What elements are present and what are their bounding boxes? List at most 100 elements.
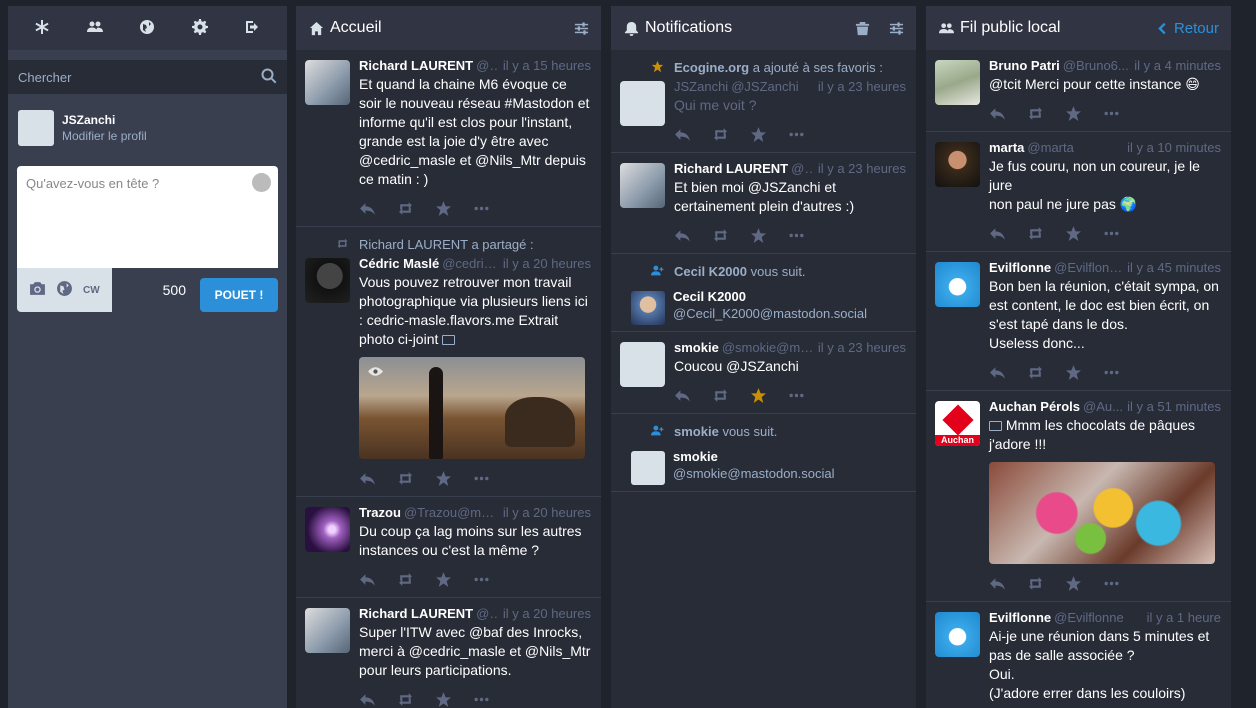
status-time[interactable]: il y a 15 heures xyxy=(503,58,591,74)
globe-icon[interactable] xyxy=(139,19,155,38)
avatar[interactable] xyxy=(620,342,665,387)
status-time[interactable]: il y a 4 minutes xyxy=(1134,58,1221,74)
avatar[interactable] xyxy=(935,142,980,187)
status-author[interactable]: Bruno Patri xyxy=(989,58,1060,74)
ellipsis-icon[interactable] xyxy=(1103,105,1141,122)
avatar[interactable] xyxy=(631,451,665,485)
reply-icon[interactable] xyxy=(359,571,397,588)
status[interactable]: Richard LAURENT@R... il y a 20 heures Sup… xyxy=(296,598,601,708)
back-button[interactable]: Retour xyxy=(1155,20,1219,37)
status-time[interactable]: il y a 23 heures xyxy=(818,79,906,95)
ellipsis-icon[interactable] xyxy=(788,227,826,244)
star-icon[interactable] xyxy=(1065,575,1103,592)
reply-icon[interactable] xyxy=(989,225,1027,242)
notification-user[interactable]: smokie xyxy=(674,424,719,439)
cw-toggle[interactable]: CW xyxy=(83,285,100,296)
status-time[interactable]: il y a 20 heures xyxy=(503,505,591,521)
retweet-icon[interactable] xyxy=(1027,364,1065,381)
reply-icon[interactable] xyxy=(359,470,397,487)
status[interactable]: Richard LAURENT@R... il y a 23 heures Et … xyxy=(611,153,916,254)
star-icon[interactable] xyxy=(1065,105,1103,122)
sliders-icon[interactable] xyxy=(573,20,589,36)
status-author[interactable]: Evilflonne xyxy=(989,260,1051,276)
edit-profile-link[interactable]: Modifier le profil xyxy=(62,129,147,143)
star-icon[interactable] xyxy=(750,126,788,143)
status-author[interactable]: Trazou xyxy=(359,505,401,521)
ellipsis-icon[interactable] xyxy=(473,470,511,487)
ellipsis-icon[interactable] xyxy=(788,126,826,143)
gear-icon[interactable] xyxy=(192,18,209,38)
ellipsis-icon[interactable] xyxy=(788,387,826,404)
ellipsis-icon[interactable] xyxy=(473,691,511,708)
reply-icon[interactable] xyxy=(989,105,1027,122)
reply-icon[interactable] xyxy=(674,387,712,404)
search-icon[interactable] xyxy=(261,68,277,87)
toot-button[interactable]: POUET ! xyxy=(200,278,278,312)
avatar[interactable] xyxy=(305,608,350,653)
star-icon[interactable] xyxy=(1065,225,1103,242)
avatar[interactable] xyxy=(305,258,350,303)
star-icon[interactable] xyxy=(750,387,788,404)
star-icon[interactable] xyxy=(750,227,788,244)
status[interactable]: Evilflonne @Evilflonne il y a 45 minutes B… xyxy=(926,252,1231,391)
status[interactable]: Bruno Patri @Bruno6... il y a 4 minutes @t… xyxy=(926,50,1231,132)
sign-out-icon[interactable] xyxy=(245,19,261,38)
status-author[interactable]: Cédric Maslé xyxy=(359,256,439,272)
star-icon[interactable] xyxy=(435,571,473,588)
status-time[interactable]: il y a 10 minutes xyxy=(1127,140,1221,156)
eye-icon[interactable] xyxy=(367,363,384,383)
star-icon[interactable] xyxy=(435,691,473,708)
follower-account[interactable]: smokie @smokie@mastodon.social xyxy=(611,439,916,491)
sliders-icon[interactable] xyxy=(888,20,904,36)
avatar[interactable] xyxy=(305,60,350,105)
retweet-icon[interactable] xyxy=(1027,575,1065,592)
retweet-icon[interactable] xyxy=(397,571,435,588)
retweet-icon[interactable] xyxy=(712,227,750,244)
notification-user[interactable]: Cecil K2000 xyxy=(674,264,747,279)
avatar[interactable] xyxy=(631,291,665,325)
status-time[interactable]: il y a 20 heures xyxy=(503,256,591,272)
avatar[interactable] xyxy=(620,81,665,126)
follower-account[interactable]: Cecil K2000 @Cecil_K2000@mastodon.social xyxy=(611,279,916,331)
search-input[interactable]: Chercher xyxy=(8,60,287,94)
compose-textarea[interactable]: Qu'avez-vous en tête ? xyxy=(17,166,278,268)
reply-icon[interactable] xyxy=(674,126,712,143)
globe-icon[interactable] xyxy=(56,280,83,300)
avatar[interactable]: Auchan xyxy=(935,401,980,446)
status[interactable]: Cédric Maslé @cedric... il y a 20 heures V… xyxy=(296,252,601,497)
status-time[interactable]: il y a 1 heure xyxy=(1147,610,1221,626)
avatar[interactable] xyxy=(935,612,980,657)
status-time[interactable]: il y a 20 heures xyxy=(503,606,591,622)
retweet-icon[interactable] xyxy=(397,200,435,217)
ellipsis-icon[interactable] xyxy=(1103,364,1141,381)
status-author[interactable]: smokie xyxy=(674,340,719,356)
star-icon[interactable] xyxy=(435,470,473,487)
retweet-icon[interactable] xyxy=(397,691,435,708)
status-author[interactable]: marta xyxy=(989,140,1024,156)
status[interactable]: smokie @smokie@ma... il y a 23 heures Couc… xyxy=(611,332,916,414)
camera-icon[interactable] xyxy=(29,280,56,300)
star-icon[interactable] xyxy=(435,200,473,217)
public-header[interactable]: Fil public local Retour xyxy=(926,6,1231,50)
reply-icon[interactable] xyxy=(359,200,397,217)
status-author[interactable]: JSZanchi xyxy=(674,79,728,95)
asterisk-icon[interactable] xyxy=(34,19,50,38)
status-author[interactable]: Auchan Pérols xyxy=(989,399,1080,415)
reply-icon[interactable] xyxy=(989,575,1027,592)
users-icon[interactable] xyxy=(86,19,103,38)
status[interactable]: Evilflonne @Evilflonne il y a 1 heure Ai-j… xyxy=(926,602,1231,708)
avatar[interactable] xyxy=(935,262,980,307)
retweet-icon[interactable] xyxy=(712,387,750,404)
avatar[interactable] xyxy=(620,163,665,208)
status-author[interactable]: Richard LAURENT xyxy=(674,161,788,177)
ellipsis-icon[interactable] xyxy=(1103,225,1141,242)
avatar[interactable] xyxy=(305,507,350,552)
ellipsis-icon[interactable] xyxy=(473,571,511,588)
status-author[interactable]: Richard LAURENT xyxy=(359,58,473,74)
ellipsis-icon[interactable] xyxy=(1103,575,1141,592)
status-time[interactable]: il y a 51 minutes xyxy=(1127,399,1221,415)
retweet-icon[interactable] xyxy=(712,126,750,143)
status[interactable]: Richard LAURENT@R... il y a 15 heures Et … xyxy=(296,50,601,227)
notifications-header[interactable]: Notifications xyxy=(611,6,916,50)
reply-icon[interactable] xyxy=(989,364,1027,381)
